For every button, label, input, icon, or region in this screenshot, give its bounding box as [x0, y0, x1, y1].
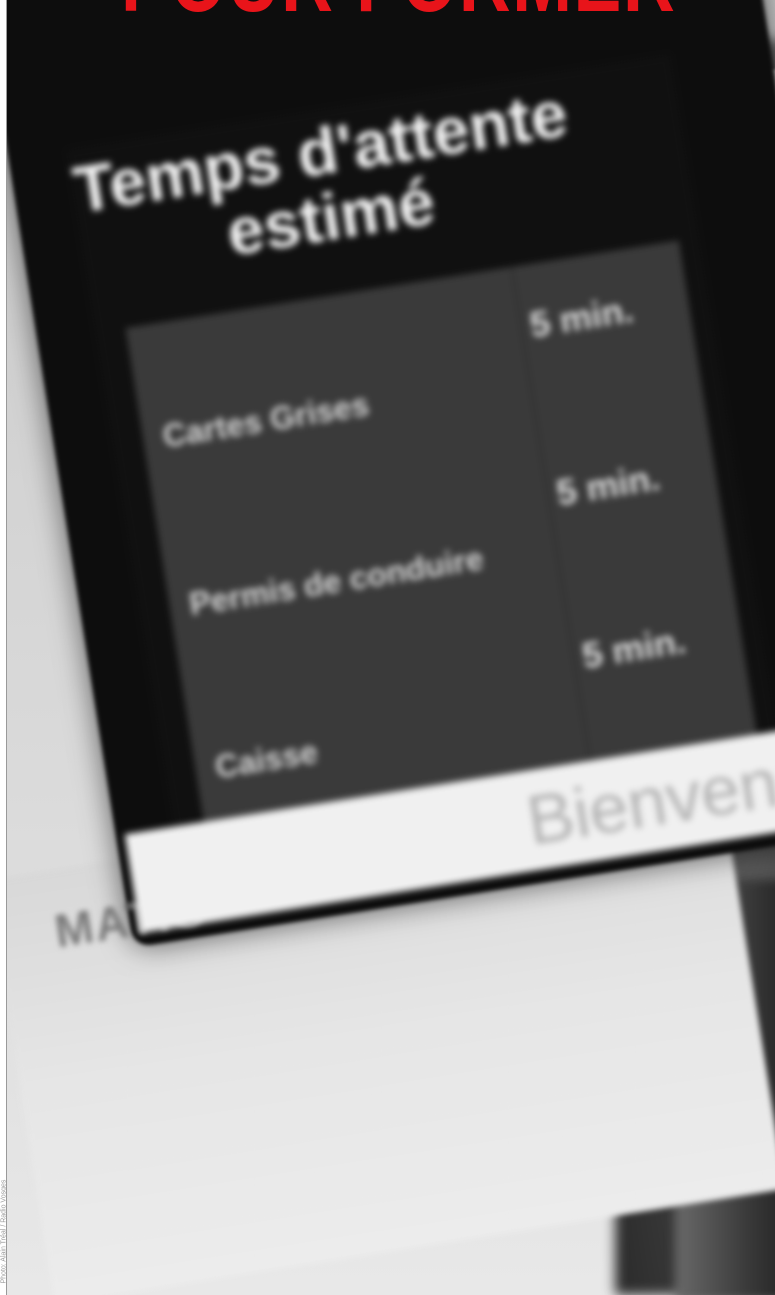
waiting-time-panel: Cartes Grises 5 min. Permis de conduire …: [125, 240, 757, 822]
waiting-time-screen: Temps d'attente estimé Cartes Grises 5 m…: [67, 54, 775, 934]
headline: POUR FORMER: [121, 0, 676, 16]
row-label-cartes-grises: Cartes Grises: [160, 386, 372, 455]
row-label-caisse: Caisse: [212, 733, 321, 786]
row-time-permis: 5 min.: [553, 456, 663, 514]
kiosk-photo: MATIC Temps d'attente estimé Cartes Gris…: [7, 0, 775, 1295]
row-time-cartes-grises: 5 min.: [526, 288, 637, 346]
row-label-permis: Permis de conduire: [186, 540, 486, 623]
row-time-caisse: 5 min.: [579, 619, 689, 677]
headline-clip: POUR FORMER: [7, 0, 775, 16]
photo-credit: Photo: Alain Tréal / Radio Vosges: [0, 1179, 8, 1284]
left-margin-rule: [0, 0, 7, 1295]
